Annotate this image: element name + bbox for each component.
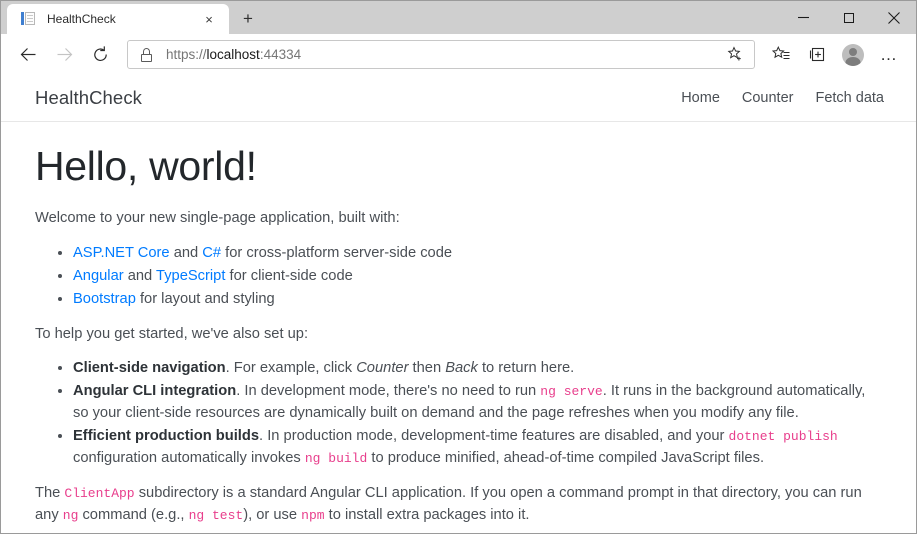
link-aspnet-core[interactable]: ASP.NET Core	[73, 245, 170, 261]
feature-builds-part2: configuration automatically invokes	[73, 450, 305, 467]
browser-tab[interactable]: HealthCheck ×	[7, 4, 229, 34]
favorites-list-icon	[771, 46, 789, 59]
minimize-icon	[798, 16, 809, 19]
window-controls	[781, 1, 916, 34]
code-dotnet-publish: dotnet publish	[728, 429, 838, 445]
closing-part3: command (e.g.,	[78, 507, 189, 524]
minimize-button[interactable]	[781, 1, 826, 34]
list-item: ASP.NET Core and C# for cross-platform s…	[73, 242, 884, 264]
settings-and-more-button[interactable]: …	[871, 37, 907, 73]
url-text: https://localhost:44334	[166, 47, 720, 62]
closing-part4: ), or use	[243, 507, 302, 524]
ellipsis-icon: …	[880, 44, 898, 64]
tech-tail-0: for cross-platform server-side code	[221, 244, 453, 261]
link-bootstrap[interactable]: Bootstrap	[73, 291, 136, 307]
nav-link-home[interactable]: Home	[681, 90, 720, 106]
feature-nav-part3: to return here.	[477, 360, 575, 377]
close-window-button[interactable]	[871, 1, 916, 34]
profile-button[interactable]	[835, 37, 871, 73]
feature-term-cli: Angular CLI integration	[73, 383, 237, 400]
list-item: Bootstrap for layout and styling	[73, 288, 884, 310]
url-host: localhost	[206, 47, 260, 62]
list-item: Angular CLI integration. In development …	[73, 380, 884, 424]
navbar-brand[interactable]: HealthCheck	[35, 87, 681, 109]
feature-cli-part1: . In development mode, there's no need t…	[236, 383, 541, 400]
feature-nav-em2: Back	[445, 360, 478, 377]
tech-tail-2: for layout and styling	[135, 291, 275, 308]
lock-icon	[140, 47, 153, 62]
code-clientapp: ClientApp	[64, 486, 135, 502]
features-list: Client-side navigation. For example, cli…	[35, 357, 884, 469]
feature-term-builds: Efficient production builds	[73, 428, 260, 445]
list-item: Efficient production builds. In producti…	[73, 425, 884, 469]
closing-paragraph: The ClientApp subdirectory is a standard…	[35, 482, 884, 526]
url-port: :44334	[259, 47, 302, 62]
link-csharp[interactable]: C#	[202, 245, 221, 261]
code-ng-serve: ng serve	[540, 384, 603, 400]
new-tab-button[interactable]: +	[233, 5, 263, 33]
feature-nav-part1: . For example, click	[225, 360, 357, 377]
link-typescript[interactable]: TypeScript	[156, 268, 225, 284]
feature-builds-part3: to produce minified, ahead-of-time compi…	[367, 450, 765, 467]
tab-title: HealthCheck	[47, 12, 116, 26]
page-viewport: HealthCheck Home Counter Fetch data Hell…	[1, 75, 916, 533]
forward-arrow-icon	[57, 48, 72, 61]
url-scheme: https://	[166, 47, 207, 62]
intro-paragraph: Welcome to your new single-page applicat…	[35, 209, 400, 226]
add-favorite-button[interactable]	[720, 41, 750, 68]
star-add-icon	[727, 46, 741, 61]
close-tab-icon[interactable]: ×	[197, 7, 221, 31]
setup-intro-paragraph: To help you get started, we've also set …	[35, 326, 309, 343]
nav-link-fetch-data[interactable]: Fetch data	[815, 90, 884, 106]
back-arrow-icon	[20, 48, 35, 61]
tech-tail-1: for client-side code	[225, 268, 353, 284]
tab-strip: HealthCheck × +	[1, 1, 916, 34]
link-angular[interactable]: Angular	[73, 268, 124, 284]
feature-nav-em1: Counter	[356, 360, 409, 377]
back-button[interactable]	[10, 37, 46, 73]
favorites-button[interactable]	[763, 37, 799, 73]
maximize-button[interactable]	[826, 1, 871, 34]
tech-list: ASP.NET Core and C# for cross-platform s…	[35, 242, 884, 310]
code-ng-build: ng build	[304, 451, 368, 467]
app-navbar: HealthCheck Home Counter Fetch data	[1, 75, 916, 122]
feature-nav-part2: then	[408, 360, 446, 377]
page-icon	[21, 11, 37, 27]
refresh-button[interactable]	[82, 37, 118, 73]
collections-icon	[809, 47, 824, 62]
browser-window: HealthCheck × + https://localhost:44334 …	[0, 0, 917, 534]
code-ng: ng	[62, 508, 79, 524]
refresh-icon	[93, 46, 107, 61]
page-content: Hello, world! Welcome to your new single…	[1, 122, 916, 526]
closing-part1: The	[35, 485, 65, 502]
navbar-links: Home Counter Fetch data	[681, 90, 884, 106]
code-ng-test: ng test	[188, 508, 244, 524]
list-item: Angular and TypeScript for client-side c…	[73, 265, 884, 287]
feature-term-nav: Client-side navigation	[73, 360, 226, 377]
forward-button	[46, 37, 82, 73]
closing-part5: to install extra packages into it.	[324, 507, 530, 524]
close-icon	[887, 11, 900, 24]
page-title: Hello, world!	[35, 143, 257, 189]
tech-mid-1: and	[123, 268, 157, 284]
nav-link-counter[interactable]: Counter	[742, 90, 794, 106]
address-bar[interactable]: https://localhost:44334	[127, 40, 755, 69]
maximize-icon	[843, 12, 854, 23]
feature-builds-part1: . In production mode, development-time f…	[259, 428, 729, 445]
list-item: Client-side navigation. For example, cli…	[73, 357, 884, 379]
tech-mid-0: and	[169, 244, 203, 261]
code-npm: npm	[301, 508, 325, 524]
collections-button[interactable]	[799, 37, 835, 73]
profile-avatar	[842, 43, 864, 66]
browser-toolbar: https://localhost:44334 …	[1, 34, 916, 75]
